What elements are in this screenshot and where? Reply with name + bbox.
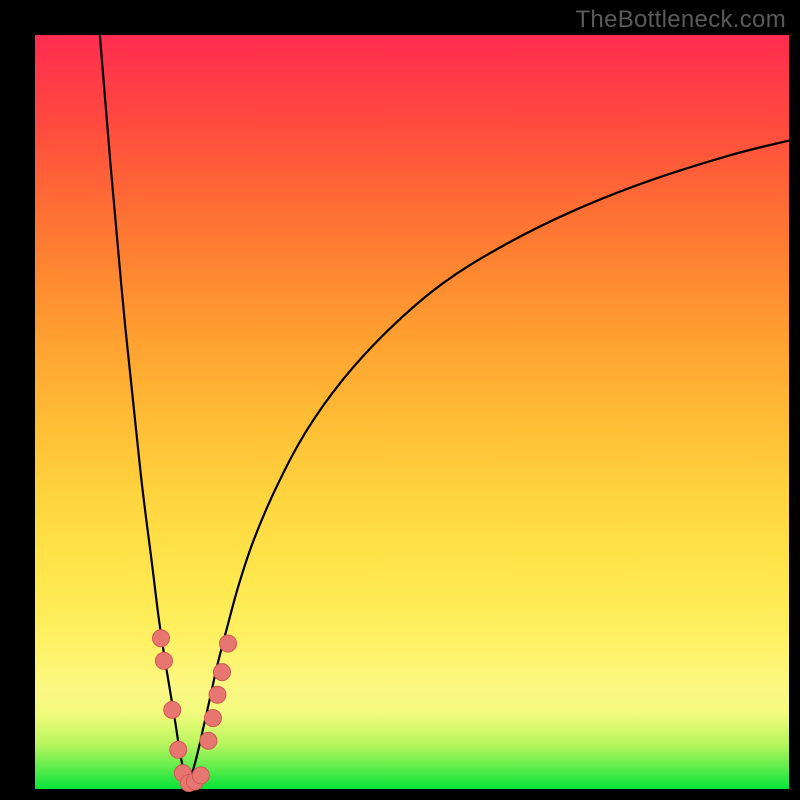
data-marker [152, 630, 169, 647]
data-marker [204, 710, 221, 727]
data-marker [200, 732, 217, 749]
data-marker [170, 741, 187, 758]
bottleneck-curve [35, 35, 789, 789]
data-marker [164, 701, 181, 718]
data-marker [192, 767, 209, 784]
chart-frame: TheBottleneck.com [0, 0, 800, 800]
data-marker [209, 686, 226, 703]
data-marker [220, 635, 237, 652]
data-marker [213, 664, 230, 681]
curve-left-branch [100, 35, 187, 785]
curve-right-branch [187, 141, 789, 786]
plot-area [35, 35, 789, 789]
watermark-text: TheBottleneck.com [575, 6, 786, 34]
data-marker [155, 652, 172, 669]
